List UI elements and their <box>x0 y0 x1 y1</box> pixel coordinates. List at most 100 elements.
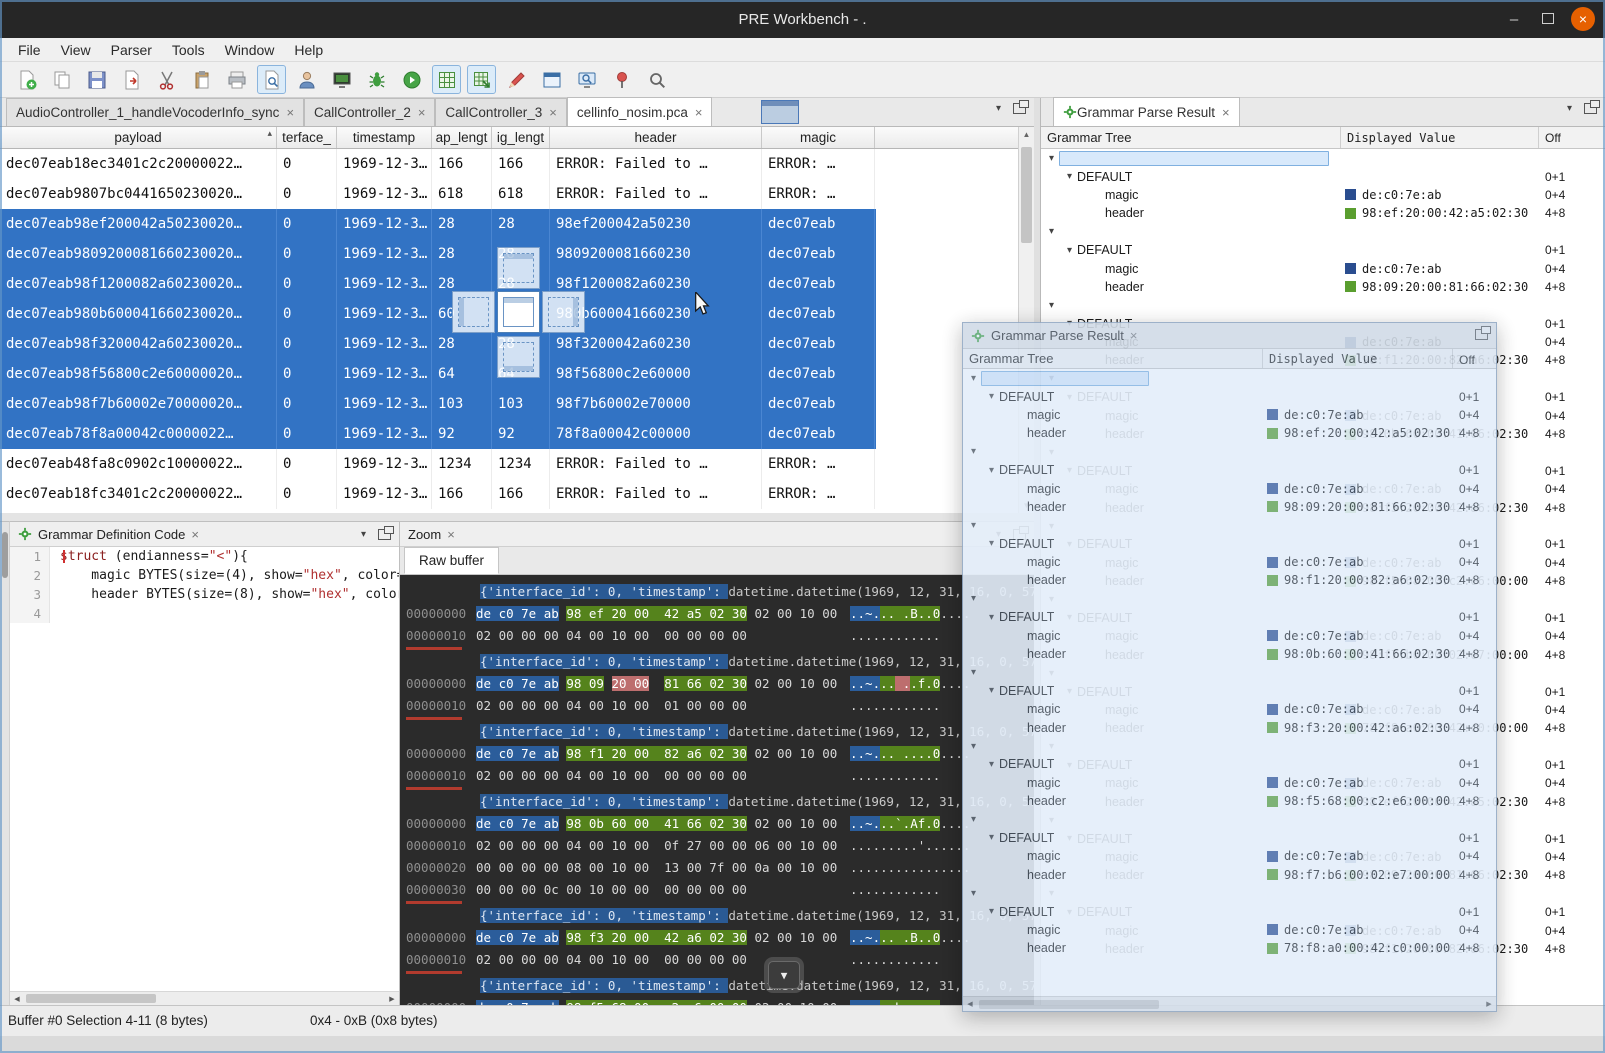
toolbar[interactable] <box>0 62 1605 98</box>
paste-icon[interactable] <box>187 65 216 94</box>
hex-view[interactable]: ▼ {'interface_id': 0, 'timestamp': datet… <box>400 575 1034 1005</box>
tab-grammar-parse-result[interactable]: Grammar Parse Result × <box>1053 97 1240 126</box>
parse-tree-row[interactable]: ▾DEFAULT0+1 <box>963 829 1496 847</box>
column-grammar-tree[interactable]: Grammar Tree <box>963 349 1263 368</box>
scrollbar-thumb[interactable] <box>26 994 156 1003</box>
menu-parser[interactable]: Parser <box>101 42 162 58</box>
parse-tree-row[interactable]: magicde:c0:7e:ab0+4 <box>1041 259 1605 277</box>
menubar[interactable]: FileViewParserToolsWindowHelp <box>0 38 1605 62</box>
expand-arrow-icon[interactable]: ▾ <box>971 520 976 531</box>
expand-arrow-icon[interactable]: ▾ <box>989 832 994 843</box>
dock-target-top[interactable] <box>497 247 540 289</box>
hex-line[interactable]: 00000000de c0 7e ab 98 ef 20 00 42 a5 02… <box>402 603 1034 625</box>
left-edge-strip[interactable] <box>0 521 10 1005</box>
hex-line[interactable]: 00000000de c0 7e ab 98 f3 20 00 42 a6 02… <box>402 927 1034 949</box>
expand-arrow-icon[interactable]: ▾ <box>1049 153 1054 164</box>
expand-arrow-icon[interactable]: ▾ <box>1049 300 1054 311</box>
hex-line[interactable]: 00000000de c0 7e ab 98 0b 60 00 41 66 02… <box>402 813 1034 835</box>
close-icon[interactable]: × <box>447 527 455 542</box>
tab-cellinfo-nosim-pca[interactable]: cellinfo_nosim.pca× <box>567 97 713 126</box>
expand-arrow-icon[interactable]: ▾ <box>971 814 976 825</box>
tab-audiocontroller-1-handlevocoderinfo-sync[interactable]: AudioController_1_handleVocoderInfo_sync… <box>6 98 304 126</box>
parse-tree-row[interactable]: ▾ <box>963 737 1496 755</box>
dock-target-bottom[interactable] <box>497 336 540 378</box>
float-panel-icon[interactable] <box>1475 329 1488 340</box>
packet-row[interactable]: dec07eab48fa8c0902c10000022…01969-12-3…1… <box>0 449 876 479</box>
hex-line[interactable]: 00000000de c0 7e ab 98 f5 68 00 c2 e6 00… <box>402 997 1034 1005</box>
expand-arrow-icon[interactable]: ▾ <box>971 888 976 899</box>
parse-tree-row[interactable]: ▾ <box>963 884 1496 902</box>
code-editor[interactable]: 1struct (endianness="<"){2 magic BYTES(s… <box>10 547 399 991</box>
detach-panel-icon[interactable] <box>1013 103 1026 114</box>
parse-tree-row[interactable]: ▾ <box>1041 149 1605 167</box>
parse-tree-row[interactable]: ▾DEFAULT0+1 <box>963 902 1496 920</box>
zoom-panel-header[interactable]: Zoom × ▾ <box>400 522 1034 547</box>
bug-icon[interactable] <box>362 65 391 94</box>
scrollbar-thumb[interactable] <box>979 1000 1159 1009</box>
menu-help[interactable]: Help <box>284 42 333 58</box>
scroll-up-icon[interactable]: ▲ <box>1019 127 1034 142</box>
save-icon[interactable] <box>82 65 111 94</box>
packet-row[interactable]: dec07eab9809200081660230020…01969-12-3…2… <box>0 239 876 269</box>
parse-tree-row[interactable]: header98:ef:20:00:42:a5:02:304+8 <box>963 424 1496 442</box>
column-header-terface_[interactable]: terface_ <box>277 127 337 148</box>
screenshot-icon[interactable] <box>327 65 356 94</box>
expand-arrow-icon[interactable]: ▾ <box>989 538 994 549</box>
parse-tree-row[interactable]: magicde:c0:7e:ab0+4 <box>963 921 1496 939</box>
hex-line[interactable]: 00000000de c0 7e ab 98 09 20 00 81 66 02… <box>402 673 1034 695</box>
scroll-right-icon[interactable]: ▶ <box>1482 1000 1496 1008</box>
new-file-icon[interactable] <box>12 65 41 94</box>
copy-icon[interactable] <box>47 65 76 94</box>
parse-tree-row[interactable]: ▾DEFAULT0+1 <box>963 682 1496 700</box>
parse-tree-row[interactable]: magicde:c0:7e:ab0+4 <box>963 626 1496 644</box>
parse-tree-row[interactable]: header78:f8:a0:00:42:c0:00:004+8 <box>963 939 1496 957</box>
menu-file[interactable]: File <box>8 42 51 58</box>
parse-tree-row[interactable]: ▾ <box>963 516 1496 534</box>
parse-tree-row[interactable]: ▾ <box>963 590 1496 608</box>
panel-chevron-icon[interactable]: ▾ <box>361 529 366 540</box>
parse-tree-row[interactable]: header98:09:20:00:81:66:02:304+8 <box>963 498 1496 516</box>
parse-tree-row[interactable]: ▾DEFAULT0+1 <box>963 461 1496 479</box>
parse-tree-row[interactable]: magicde:c0:7e:ab0+4 <box>963 847 1496 865</box>
parse-tree-row[interactable]: magicde:c0:7e:ab0+4 <box>963 553 1496 571</box>
expand-arrow-icon[interactable]: ▾ <box>989 759 994 770</box>
column-header-ap_lengt[interactable]: ap_lengt <box>432 127 492 148</box>
packet-info-line[interactable]: {'interface_id': 0, 'timestamp': datetim… <box>402 581 1034 603</box>
grammar-parse-result-floating-window[interactable]: Grammar Parse Result × Grammar Tree Disp… <box>962 322 1497 1012</box>
scroll-left-icon[interactable]: ◀ <box>10 995 24 1003</box>
export-icon[interactable] <box>117 65 146 94</box>
dock-target-left[interactable] <box>452 291 495 333</box>
parse-tree-row[interactable]: magicde:c0:7e:ab0+4 <box>963 700 1496 718</box>
grid-export-icon[interactable] <box>467 65 496 94</box>
floating-window-titlebar[interactable]: Grammar Parse Result × <box>963 323 1496 349</box>
close-window-button[interactable]: × <box>1571 7 1595 31</box>
expand-arrow-icon[interactable]: ▾ <box>971 593 976 604</box>
document-tabbar[interactable]: AudioController_1_handleVocoderInfo_sync… <box>0 98 1034 127</box>
packet-row[interactable]: dec07eab18ec3401c2c20000022…01969-12-3…1… <box>0 149 876 179</box>
expand-arrow-icon[interactable]: ▾ <box>971 741 976 752</box>
grid-icon[interactable] <box>432 65 461 94</box>
parse-tree-row[interactable]: magicde:c0:7e:ab0+4 <box>963 406 1496 424</box>
code-horizontal-scrollbar[interactable]: ◀ ▶ <box>10 991 399 1005</box>
packet-info-line[interactable]: {'interface_id': 0, 'timestamp': datetim… <box>402 975 1034 997</box>
parse-tree-row[interactable]: magicde:c0:7e:ab0+4 <box>963 774 1496 792</box>
parse-tree-row[interactable]: header98:f7:b6:00:02:e7:00:004+8 <box>963 866 1496 884</box>
parse-tree-row[interactable]: ▾DEFAULT0+1 <box>963 387 1496 405</box>
dock-target-right[interactable] <box>542 291 585 333</box>
hex-line[interactable]: 0000001002 00 00 00 04 00 10 00 01 00 00… <box>402 695 1034 717</box>
expand-arrow-icon[interactable]: ▾ <box>989 906 994 917</box>
packet-row[interactable]: dec07eab9807bc0441650230020…01969-12-3…6… <box>0 179 876 209</box>
parse-tree-row[interactable]: header98:f5:68:00:c2:e6:00:004+8 <box>963 792 1496 810</box>
expand-arrow-icon[interactable]: ▾ <box>971 373 976 384</box>
column-header-magic[interactable]: magic <box>762 127 875 148</box>
packet-info-line[interactable]: {'interface_id': 0, 'timestamp': datetim… <box>402 651 1034 673</box>
run-icon[interactable] <box>397 65 426 94</box>
user-icon[interactable] <box>292 65 321 94</box>
parse-tree-row[interactable]: header98:0b:60:00:41:66:02:304+8 <box>963 645 1496 663</box>
scroll-down-button[interactable]: ▼ <box>768 961 800 989</box>
expand-arrow-icon[interactable]: ▾ <box>971 446 976 457</box>
packet-info-line[interactable]: {'interface_id': 0, 'timestamp': datetim… <box>402 791 1034 813</box>
packet-row[interactable]: dec07eab98f1200082a60230020…01969-12-3…2… <box>0 269 876 299</box>
grammar-panel-header[interactable]: Grammar Definition Code × ▾ <box>10 522 399 547</box>
scrollbar-thumb[interactable] <box>1021 147 1032 243</box>
